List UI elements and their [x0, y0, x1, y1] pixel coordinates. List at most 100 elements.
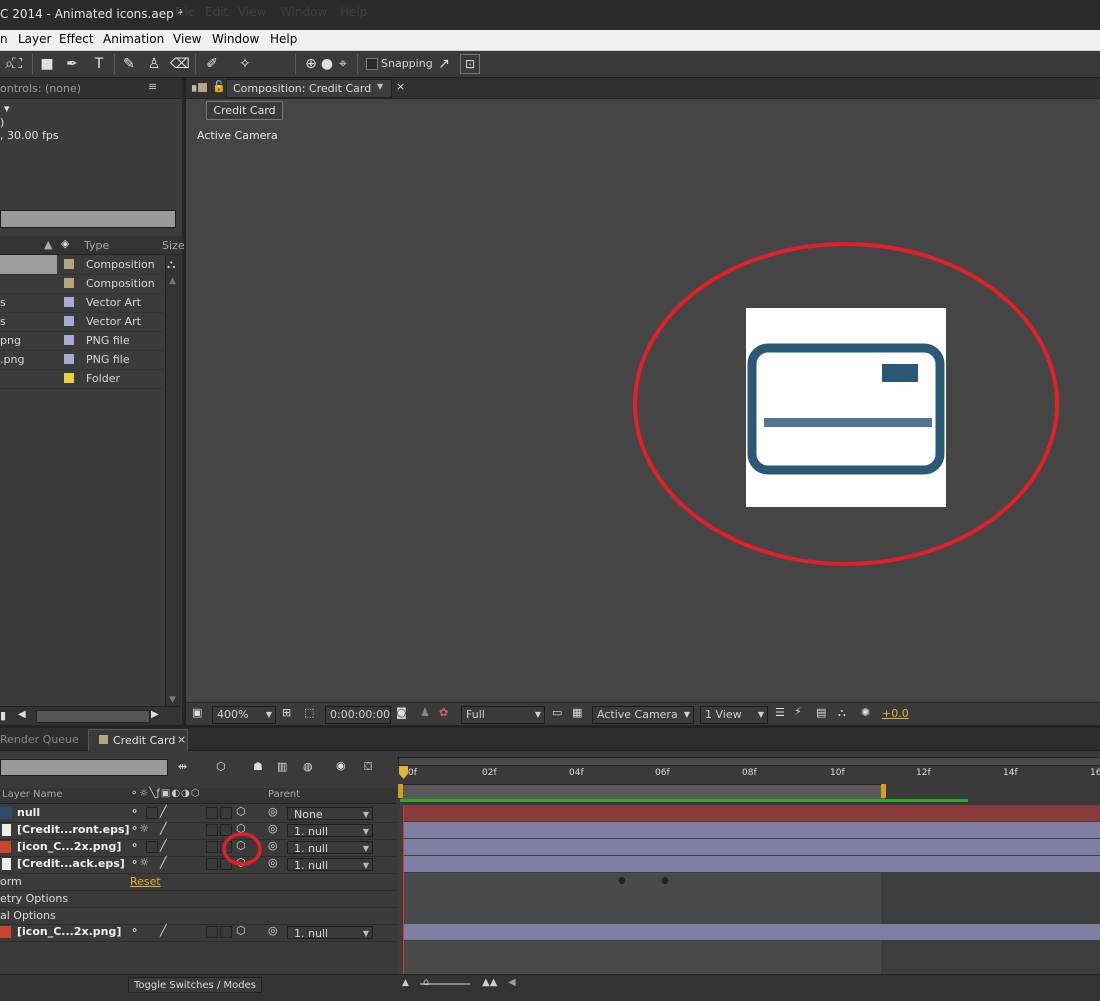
menu-composition[interactable]: n	[0, 32, 8, 46]
expand-icon[interactable]: ↗	[435, 55, 453, 73]
parent-select[interactable]: 1. null	[287, 926, 373, 940]
rectangle-tool-icon[interactable]: ■	[38, 55, 56, 73]
puppet-pin-icon[interactable]: ✧	[236, 55, 254, 73]
work-area-range[interactable]	[400, 784, 886, 800]
quality-switch-icon[interactable]: ╱	[160, 805, 167, 818]
keyframe-icon[interactable]: ●	[618, 876, 626, 886]
3d-layer-icon[interactable]: ⬡	[236, 924, 246, 937]
switch-box[interactable]	[206, 807, 218, 819]
property-name[interactable]: al Options	[0, 909, 56, 922]
brush-tool-icon[interactable]: ✎	[120, 55, 138, 73]
switch-box[interactable]	[146, 807, 158, 819]
resolution-select[interactable]: Full ▼	[461, 706, 545, 724]
camera-select[interactable]: Active Camera ▼	[592, 706, 694, 724]
transparency-grid-icon[interactable]: ▦	[572, 706, 582, 719]
column-layer-name[interactable]: Layer Name	[2, 789, 63, 800]
project-item[interactable]: png PNG file	[0, 331, 163, 351]
parent-select[interactable]: None	[287, 807, 373, 821]
view-axis-icon[interactable]: ⌖	[334, 55, 352, 73]
exposure-reset-icon[interactable]: ✺	[861, 706, 870, 719]
pick-whip-icon[interactable]: ◎	[268, 822, 278, 835]
menu-window[interactable]: Window	[212, 32, 259, 46]
project-item[interactable]: Composition	[0, 255, 163, 275]
layer-bar[interactable]	[403, 822, 1100, 838]
draft-3d-icon[interactable]: ⬡	[216, 760, 226, 773]
pick-whip-icon[interactable]: ◎	[268, 924, 278, 937]
fast-previews-icon[interactable]: ⚡	[794, 705, 802, 718]
zoom-out-icon[interactable]: ▲	[402, 978, 409, 988]
project-scrollbar[interactable]: ⛬ ▲ ▼	[165, 255, 181, 711]
pen-tool-icon[interactable]: ✒	[63, 55, 81, 73]
close-tab-icon[interactable]: ×	[396, 80, 405, 93]
pick-whip-icon[interactable]: ◎	[268, 839, 278, 852]
timecode-field[interactable]: 0:00:00:00	[325, 706, 391, 724]
toggle-switches-button[interactable]: Toggle Switches / Modes	[128, 977, 262, 993]
toggle-pixel-aspect-icon[interactable]: ☰	[775, 706, 785, 719]
switch-box[interactable]	[206, 926, 218, 938]
mask-visibility-icon[interactable]: ⬚	[304, 706, 314, 719]
chevron-down-icon[interactable]: ▼	[377, 82, 383, 91]
collapse-switch-icon[interactable]: ⚬☼	[130, 856, 149, 869]
layer-bar[interactable]	[403, 839, 1100, 855]
horizontal-scrollbar[interactable]	[36, 710, 150, 723]
menu-view[interactable]: View	[173, 32, 201, 46]
collapse-switch-icon[interactable]: ⚬☼	[130, 822, 149, 835]
grid-icon[interactable]: ⊞	[282, 706, 291, 719]
time-ruler[interactable]: 0f 02f 04f 06f 08f 10f 12f 14f 16	[398, 754, 1100, 802]
layer-row[interactable]: [icon_C...2x.png] ⚬ ╱ ⬡ ◎ 1. null	[0, 924, 396, 942]
label-tag-icon[interactable]: ◈	[61, 237, 69, 250]
project-item[interactable]: Folder	[0, 369, 163, 389]
reset-link[interactable]: Reset	[130, 875, 161, 888]
snapping-checkbox[interactable]	[366, 58, 378, 70]
switch-box[interactable]	[146, 841, 158, 853]
parent-select[interactable]: 1. null	[287, 858, 373, 872]
zoom-in-icon[interactable]: ▲▲	[482, 977, 497, 988]
project-item[interactable]: s Vector Art	[0, 312, 163, 332]
menu-effect[interactable]: Effect	[59, 32, 94, 46]
project-item[interactable]: Composition	[0, 274, 163, 294]
composition-tab[interactable]: Composition: Credit Card ▼	[226, 79, 392, 98]
scroll-down-icon[interactable]: ▼	[169, 695, 176, 705]
property-name[interactable]: etry Options	[0, 892, 68, 905]
project-search-input[interactable]	[0, 210, 176, 228]
brainstorm-icon[interactable]: ⛋	[364, 760, 372, 774]
column-type[interactable]: Type	[84, 239, 109, 252]
layer-row[interactable]: [Credit...ront.eps] ⚬☼ ╱ ⬡ ◎ 1. null	[0, 822, 396, 840]
parent-select[interactable]: 1. null	[287, 824, 373, 838]
zoom-select[interactable]: 400% ▼	[212, 706, 276, 724]
close-tab-icon[interactable]: ×	[177, 733, 186, 746]
layer-row[interactable]: [Credit...ack.eps] ⚬☼ ╱ ⬡ ◎ 1. null	[0, 856, 396, 874]
menu-help[interactable]: Help	[270, 32, 297, 46]
shy-switch-icon[interactable]: ⚬	[130, 805, 139, 818]
sort-icon[interactable]: ▲	[44, 238, 52, 251]
property-name[interactable]: orm	[0, 875, 22, 888]
shy-switch-icon[interactable]: ⚬	[130, 924, 139, 937]
3d-layer-icon[interactable]: ⬡	[236, 805, 246, 818]
quality-switch-icon[interactable]: ╱	[160, 822, 167, 835]
scroll-left-icon[interactable]: ◀	[18, 709, 26, 720]
pick-whip-icon[interactable]: ◎	[268, 805, 278, 818]
quality-switch-icon[interactable]: ╱	[160, 856, 167, 869]
tab-credit-card[interactable]: Credit Card ×	[88, 729, 188, 751]
layer-name[interactable]: null	[17, 806, 40, 819]
layer-row[interactable]: null ⚬ ╱ ⬡ ◎ None	[0, 805, 396, 823]
motion-blur-icon[interactable]: ◍	[303, 760, 313, 773]
property-row[interactable]: orm Reset	[0, 873, 396, 891]
layer-name[interactable]: [Credit...ront.eps]	[17, 823, 130, 836]
switch-box[interactable]	[220, 807, 232, 819]
preview-icon[interactable]: ▣	[192, 706, 202, 719]
flowchart-icon[interactable]: ⛬	[838, 706, 846, 720]
scroll-up-icon[interactable]: ▲	[169, 276, 176, 286]
layer-name[interactable]: [icon_C...2x.png]	[17, 840, 121, 853]
layer-name[interactable]: [Credit...ack.eps]	[17, 857, 125, 870]
show-snapshot-icon[interactable]: ♟	[420, 706, 430, 719]
trash-icon[interactable]: ▮	[0, 709, 6, 722]
type-tool-icon[interactable]: T	[90, 55, 108, 73]
layer-bar[interactable]	[403, 856, 1100, 872]
camera-orbit-icon[interactable]: ⛶	[8, 55, 26, 73]
project-item[interactable]: s Vector Art	[0, 293, 163, 313]
snapshot-icon[interactable]: ◙	[396, 706, 407, 719]
graph-editor-icon[interactable]: ◉	[336, 759, 346, 772]
keyframe-icon[interactable]: ●	[661, 876, 669, 886]
layer-bar[interactable]	[403, 805, 1100, 821]
